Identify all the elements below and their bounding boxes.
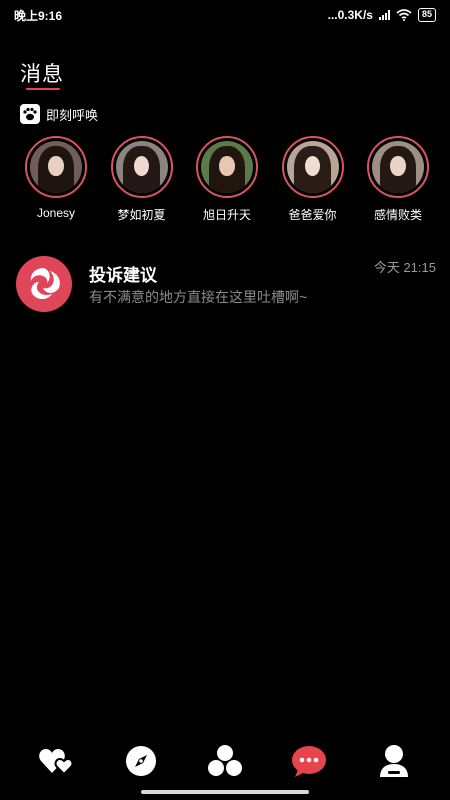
status-time: 晚上9:16 — [14, 8, 63, 23]
hearts-icon — [39, 749, 74, 776]
message-title: 投诉建议 — [89, 266, 157, 285]
avatar-item[interactable]: 旭日升天 — [191, 136, 263, 223]
nav-item-hearts[interactable] — [36, 741, 76, 781]
nav-item-messages[interactable] — [289, 741, 329, 781]
network-speed: ...0.3K/s — [327, 8, 373, 22]
avatar-ring — [196, 136, 258, 198]
avatar-name: 旭日升天 — [202, 208, 251, 222]
avatar-ring — [110, 136, 173, 198]
paw-icon — [20, 104, 40, 124]
avatar — [372, 141, 424, 193]
nav-item-square[interactable] — [205, 741, 245, 781]
clover-icon — [207, 745, 242, 776]
status-indicators: ...0.3K/s 85 — [328, 8, 436, 22]
avatar-item[interactable]: 感情败类 — [362, 136, 434, 223]
home-indicator[interactable] — [141, 790, 309, 794]
battery-icon: 85 — [417, 8, 436, 22]
avatar-ring — [281, 136, 344, 198]
compass-icon — [125, 746, 156, 776]
avatar-name: 感情败类 — [373, 208, 422, 222]
wifi-icon — [396, 9, 412, 21]
nav-item-discover[interactable] — [121, 741, 161, 781]
avatar-item[interactable]: 爸爸爱你 — [277, 136, 349, 223]
avatar-name: 梦如初夏 — [117, 208, 166, 222]
avatar — [286, 141, 339, 193]
chat-bubble-icon — [292, 746, 327, 777]
instant-call-label: 即刻呼唤 — [46, 107, 99, 123]
avatar-ring — [367, 136, 429, 198]
feedback-logo-icon — [16, 256, 72, 312]
avatar — [30, 141, 82, 193]
avatar — [201, 141, 253, 193]
avatar-name: 爸爸爱你 — [288, 208, 337, 222]
message-time: 今天 21:15 — [373, 260, 436, 275]
avatar — [115, 141, 168, 193]
nav-item-profile[interactable] — [374, 741, 414, 781]
title-underline — [26, 88, 60, 90]
profile-icon — [379, 745, 408, 777]
page-title: 消息 — [20, 63, 64, 86]
message-row[interactable]: 投诉建议 有不满意的地方直接在这里吐槽啊~ 今天 21:15 — [16, 252, 436, 312]
signal-icon — [378, 10, 390, 20]
avatar-ring — [25, 136, 87, 198]
avatar-row: Jonesy 梦如初夏 旭日升天 爸爸爱你 感情败类 — [20, 136, 434, 223]
message-preview: 有不满意的地方直接在这里吐槽啊~ — [89, 289, 308, 305]
status-bar: 晚上9:16 ...0.3K/s 85 — [0, 0, 450, 30]
avatar-item[interactable]: Jonesy — [20, 136, 92, 223]
instant-call-header: 即刻呼唤 — [20, 104, 98, 124]
bottom-nav — [0, 736, 450, 786]
avatar-name: Jonesy — [36, 206, 76, 220]
avatar-item[interactable]: 梦如初夏 — [106, 136, 178, 223]
